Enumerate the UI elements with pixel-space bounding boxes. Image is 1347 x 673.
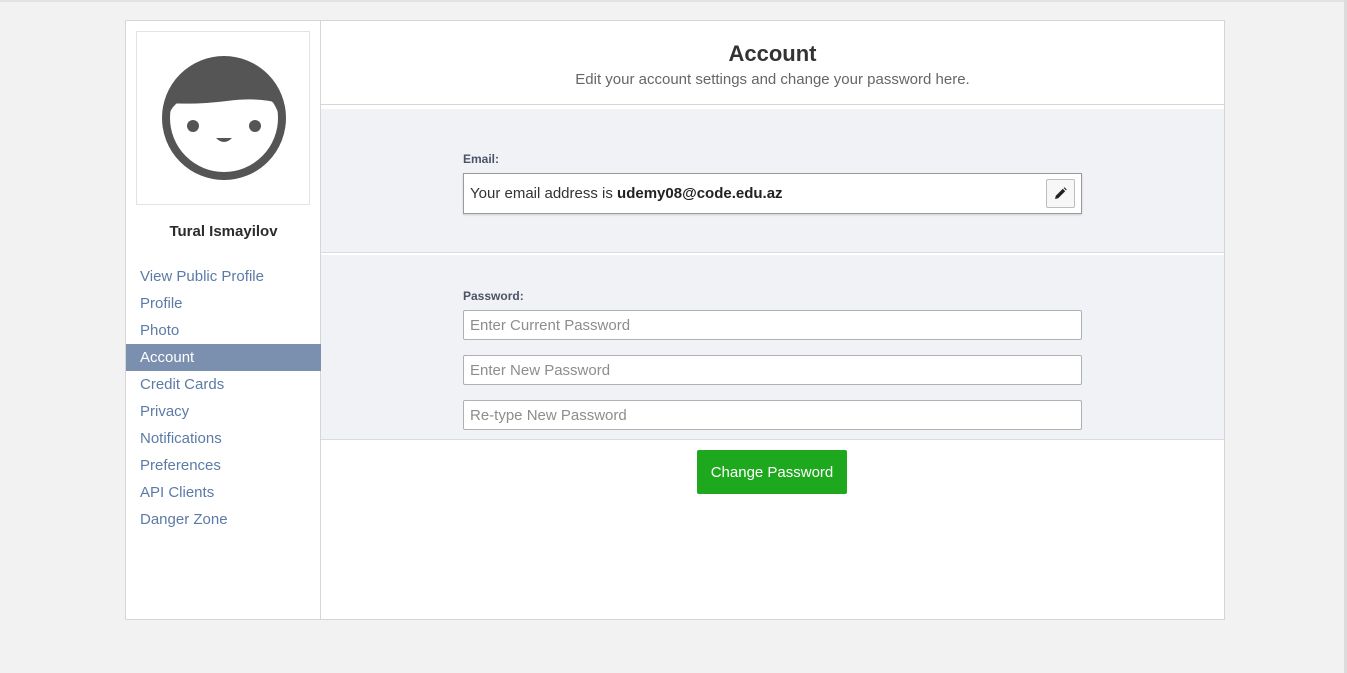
email-section: Email: Your email address is udemy08@cod… bbox=[321, 109, 1224, 253]
sidebar-item-credit-cards[interactable]: Credit Cards bbox=[126, 371, 321, 398]
avatar bbox=[136, 31, 310, 205]
page-title: Account bbox=[728, 41, 817, 66]
sidebar-item-profile[interactable]: Profile bbox=[126, 290, 321, 317]
current-password-input[interactable] bbox=[463, 310, 1082, 340]
sidebar-nav: View Public Profile Profile Photo Accoun… bbox=[126, 263, 321, 533]
sidebar-item-api-clients[interactable]: API Clients bbox=[126, 479, 321, 506]
password-section: Password: bbox=[321, 255, 1224, 440]
password-label: Password: bbox=[463, 289, 524, 303]
sidebar-item-danger-zone[interactable]: Danger Zone bbox=[126, 506, 321, 533]
new-password-input[interactable] bbox=[463, 355, 1082, 385]
page-header: Account Edit your account settings and c… bbox=[321, 21, 1224, 105]
sidebar-item-account[interactable]: Account bbox=[126, 344, 321, 371]
top-border bbox=[0, 0, 1347, 2]
account-page-container: Tural Ismayilov View Public Profile Prof… bbox=[125, 20, 1225, 620]
default-avatar-icon bbox=[162, 56, 286, 180]
sidebar-item-preferences[interactable]: Preferences bbox=[126, 452, 321, 479]
sidebar-item-privacy[interactable]: Privacy bbox=[126, 398, 321, 425]
sidebar-item-notifications[interactable]: Notifications bbox=[126, 425, 321, 452]
page-subtitle: Edit your account settings and change yo… bbox=[575, 71, 970, 88]
email-text: Your email address is udemy08@code.edu.a… bbox=[470, 185, 783, 202]
sidebar-item-view-public-profile[interactable]: View Public Profile bbox=[126, 263, 321, 290]
sidebar-item-photo[interactable]: Photo bbox=[126, 317, 321, 344]
pencil-icon bbox=[1055, 187, 1067, 199]
email-display: Your email address is udemy08@code.edu.a… bbox=[463, 173, 1082, 214]
user-name: Tural Ismayilov bbox=[169, 223, 278, 240]
main-content: Account Edit your account settings and c… bbox=[321, 21, 1224, 619]
retype-password-input[interactable] bbox=[463, 400, 1082, 430]
edit-email-button[interactable] bbox=[1046, 179, 1075, 208]
email-address: udemy08@code.edu.az bbox=[617, 185, 783, 202]
email-label: Email: bbox=[463, 152, 500, 166]
sidebar: Tural Ismayilov View Public Profile Prof… bbox=[126, 21, 321, 619]
change-password-button[interactable]: Change Password bbox=[697, 450, 847, 494]
email-prefix: Your email address is bbox=[470, 185, 618, 202]
